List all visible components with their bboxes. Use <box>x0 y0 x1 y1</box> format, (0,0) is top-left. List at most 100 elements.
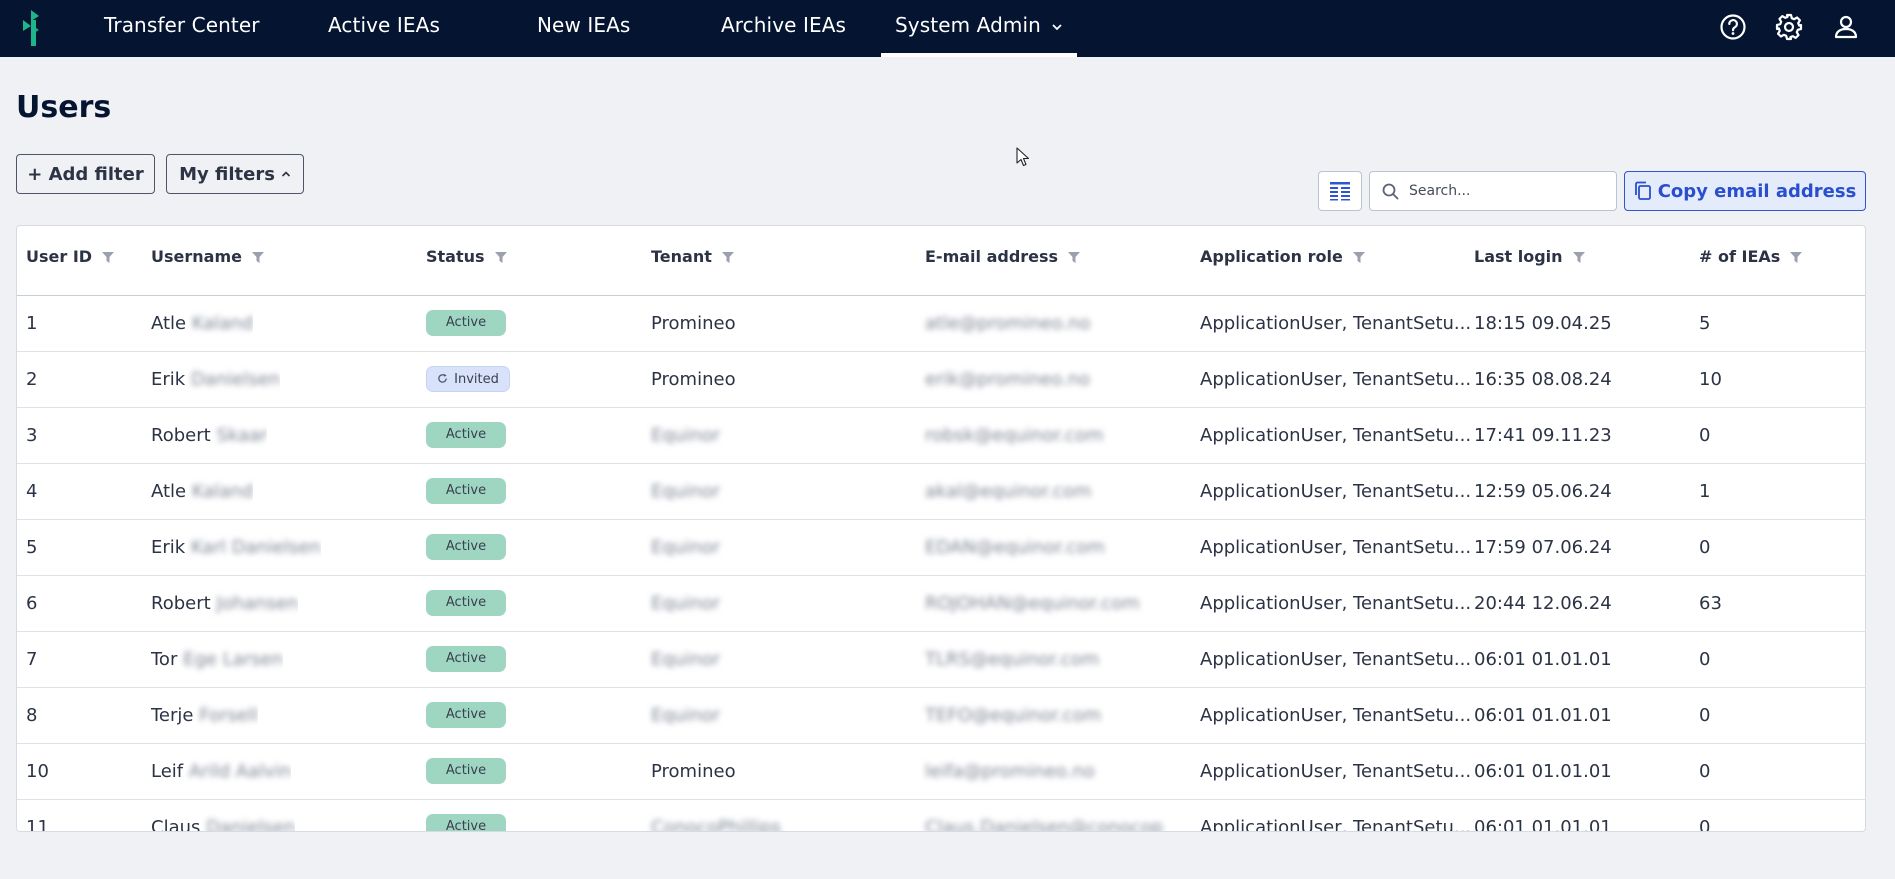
chevron-up-icon <box>281 171 290 177</box>
username-first-name: Robert <box>151 425 211 446</box>
user-icon[interactable] <box>1831 12 1861 42</box>
username-last-name-redacted: Karl Danielsen <box>190 537 321 558</box>
column-view-toggle-button[interactable] <box>1318 171 1362 211</box>
column-header-last-login[interactable]: Last login <box>1474 226 1585 296</box>
gear-icon[interactable] <box>1774 12 1804 42</box>
table-row[interactable]: 8 Terje Forsell Active Equinor TEFO@equinor.… <box>17 688 1865 744</box>
cell-last-login: 17:59 07.06.24 <box>1474 537 1612 558</box>
username-last-name-redacted: Kaland <box>191 313 254 334</box>
column-header-email[interactable]: E-mail address <box>925 226 1081 296</box>
filter-icon[interactable] <box>102 252 115 263</box>
filter-icon[interactable] <box>721 252 734 263</box>
status-badge-label: Active <box>445 763 487 778</box>
copy-email-address-button[interactable]: Copy email address <box>1624 171 1866 211</box>
cell-username: Atle Kaland <box>151 296 253 352</box>
cell-user-id: 11 <box>26 817 49 832</box>
help-icon[interactable] <box>1718 12 1748 42</box>
column-header-user-id[interactable]: User ID <box>26 226 115 296</box>
cell-ieas-count: 10 <box>1699 369 1722 390</box>
table-row[interactable]: 7 Tor Ege Larsen Active Equinor TLRS@equinor… <box>17 632 1865 688</box>
filter-icon[interactable] <box>1068 252 1081 263</box>
cell-ieas-count: 0 <box>1699 649 1711 670</box>
username-last-name-redacted: Johansen <box>216 593 299 614</box>
nav-archive-ieas[interactable]: Archive IEAs <box>721 0 846 57</box>
cell-username: Leif Arild Aalvin <box>151 744 291 800</box>
status-badge-label: Invited <box>454 372 499 387</box>
table-row[interactable]: 1 Atle Kaland Active Promineo atle@promineo.… <box>17 296 1865 352</box>
cell-user-id: 10 <box>26 761 49 782</box>
column-header-label: # of IEAs <box>1699 247 1781 266</box>
status-badge: Active <box>426 702 506 728</box>
cell-last-login: 16:35 08.08.24 <box>1474 369 1612 390</box>
cell-ieas-count: 0 <box>1699 537 1711 558</box>
cell-application-role: ApplicationUser, TenantSetu... <box>1200 761 1472 782</box>
username-first-name: Erik <box>151 537 186 558</box>
table-row[interactable]: 10 Leif Arild Aalvin Active Promineo leifa@p… <box>17 744 1865 800</box>
column-header-status[interactable]: Status <box>426 226 507 296</box>
table-header: User ID Username Status Tenant E-mail ad… <box>17 226 1865 296</box>
cell-ieas-count: 5 <box>1699 313 1711 334</box>
cell-email-redacted: EDAN@equinor.com <box>925 537 1105 558</box>
cell-username: Terje Forsell <box>151 688 258 744</box>
filter-icon[interactable] <box>1352 252 1365 263</box>
username-first-name: Claus <box>151 817 201 832</box>
nav-new-ieas[interactable]: New IEAs <box>537 0 630 57</box>
nav-transfer-center[interactable]: Transfer Center <box>104 0 260 57</box>
cell-user-id: 6 <box>26 593 38 614</box>
filter-icon[interactable] <box>1790 252 1803 263</box>
table-row[interactable]: 11 Claus Danielsen Active ConocoPhillips Cla… <box>17 800 1865 832</box>
users-table: User ID Username Status Tenant E-mail ad… <box>16 225 1866 832</box>
cell-tenant: Equinor <box>651 537 721 558</box>
nav-active-ieas[interactable]: Active IEAs <box>328 0 440 57</box>
cell-email-redacted: akal@equinor.com <box>925 481 1092 502</box>
search-input[interactable] <box>1409 183 1599 199</box>
table-row[interactable]: 6 Robert Johansen Active Equinor ROJOHAN@equ… <box>17 576 1865 632</box>
nav-system-admin[interactable]: System Admin <box>881 0 1077 57</box>
cell-ieas-count: 1 <box>1699 481 1711 502</box>
table-row[interactable]: 3 Robert Skaar Active Equinor robsk@equinor.… <box>17 408 1865 464</box>
my-filters-button[interactable]: My filters <box>166 154 304 194</box>
cell-email-redacted: TEFO@equinor.com <box>925 705 1102 726</box>
add-filter-label: + Add filter <box>27 163 144 185</box>
username-first-name: Leif <box>151 761 184 782</box>
search-box[interactable] <box>1369 171 1617 211</box>
search-icon <box>1382 183 1399 199</box>
table-row[interactable]: 2 Erik Danielsen Invited Promineo erik@promi… <box>17 352 1865 408</box>
username-last-name-redacted: Danielsen <box>206 817 296 832</box>
column-header-application-role[interactable]: Application role <box>1200 226 1365 296</box>
cell-tenant: Equinor <box>651 481 721 502</box>
cell-username: Tor Ege Larsen <box>151 632 283 688</box>
filter-icon[interactable] <box>251 252 264 263</box>
promineo-logo-icon[interactable] <box>19 8 47 48</box>
status-badge-label: Active <box>445 595 487 610</box>
column-header-username[interactable]: Username <box>151 226 264 296</box>
column-header-label: Username <box>151 247 242 266</box>
column-header-tenant[interactable]: Tenant <box>651 226 734 296</box>
column-header-label: Tenant <box>651 247 712 266</box>
cell-application-role: ApplicationUser, TenantSetu... <box>1200 425 1472 446</box>
cell-user-id: 5 <box>26 537 38 558</box>
cell-username: Robert Johansen <box>151 576 298 632</box>
status-badge: Active <box>426 590 506 616</box>
status-badge-label: Active <box>445 483 487 498</box>
cell-application-role: ApplicationUser, TenantSetu... <box>1200 537 1472 558</box>
table-row[interactable]: 4 Atle Kaland Active Equinor akal@equinor.co… <box>17 464 1865 520</box>
cell-email-redacted: erik@promineo.no <box>925 369 1091 390</box>
nav-system-admin-label: System Admin <box>895 13 1041 37</box>
cell-email-redacted: atle@promineo.no <box>925 313 1091 334</box>
cell-user-id: 8 <box>26 705 38 726</box>
username-first-name: Tor <box>151 649 178 670</box>
top-navigation-bar: Transfer Center Active IEAs New IEAs Arc… <box>0 0 1895 57</box>
table-row[interactable]: 5 Erik Karl Danielsen Active Equinor EDAN@eq… <box>17 520 1865 576</box>
filter-icon[interactable] <box>494 252 507 263</box>
column-header-ieas[interactable]: # of IEAs <box>1699 226 1803 296</box>
add-filter-button[interactable]: + Add filter <box>16 154 155 194</box>
column-header-label: Application role <box>1200 247 1343 266</box>
cell-last-login: 06:01 01.01.01 <box>1474 761 1612 782</box>
column-header-label: User ID <box>26 247 93 266</box>
cell-ieas-count: 63 <box>1699 593 1722 614</box>
status-badge-label: Active <box>445 819 487 832</box>
filter-icon[interactable] <box>1572 252 1585 263</box>
cell-application-role: ApplicationUser, TenantSetu... <box>1200 369 1472 390</box>
cell-application-role: ApplicationUser, TenantSetu... <box>1200 705 1472 726</box>
